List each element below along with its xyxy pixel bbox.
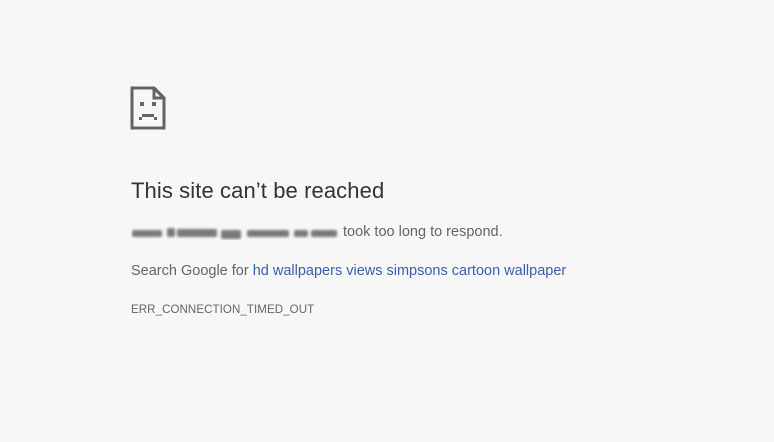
error-detail: took too long to respond. [131, 224, 503, 240]
sad-page-icon [130, 86, 166, 130]
search-google-link[interactable]: hd wallpapers views simpsons cartoon wal… [253, 263, 567, 279]
search-prefix: Search Google for [131, 263, 249, 279]
error-code: ERR_CONNECTION_TIMED_OUT [131, 304, 315, 316]
search-suggestion: Search Google for hd wallpapers views si… [131, 263, 566, 279]
error-page: This site can’t be reached took too long… [0, 0, 774, 442]
timeout-message: took too long to respond. [343, 224, 503, 240]
page-title: This site can’t be reached [131, 178, 385, 203]
blurred-hostname [131, 226, 339, 240]
